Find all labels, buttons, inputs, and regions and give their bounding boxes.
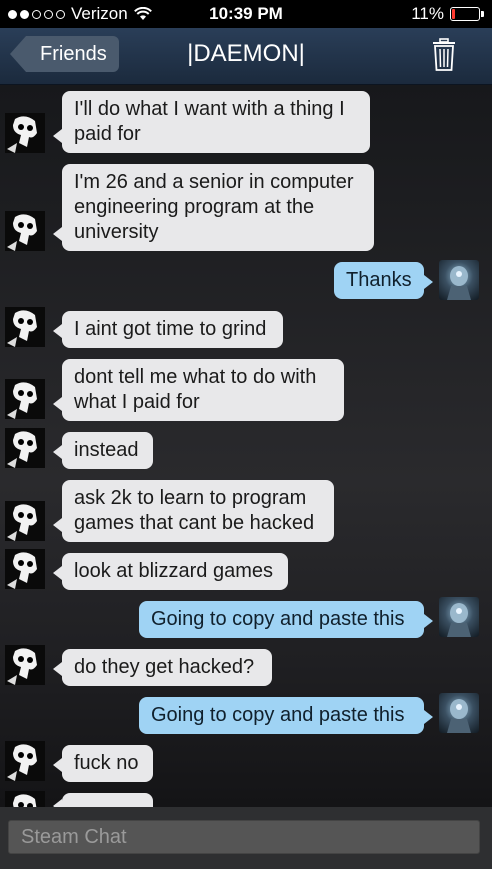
status-right: 11% <box>411 4 484 24</box>
message-bubble-incoming: I aint got time to grind <box>53 311 283 348</box>
message-bubble-incoming: fuck no <box>53 745 153 782</box>
message-bubble-incoming: ask 2k to learn to program games that ca… <box>53 480 334 542</box>
skull-avatar-icon <box>7 552 37 589</box>
battery-icon <box>450 7 484 21</box>
friend-avatar[interactable] <box>5 428 45 468</box>
message-bubble-outgoing: Going to copy and paste this <box>139 601 433 638</box>
battery-tip <box>481 11 484 17</box>
friend-avatar[interactable] <box>5 211 45 251</box>
skull-avatar-icon <box>7 310 37 347</box>
skull-avatar-icon <box>7 744 37 781</box>
chat-messages[interactable]: I'll do what I want with a thing I paid … <box>0 85 492 807</box>
friend-avatar[interactable] <box>5 379 45 419</box>
skull-avatar-icon <box>7 116 37 153</box>
chat-input-bar <box>0 807 492 869</box>
skull-avatar-icon <box>7 214 37 251</box>
my-avatar[interactable] <box>439 260 479 300</box>
chat-title: |DAEMON| <box>187 40 305 67</box>
battery-percent: 11% <box>411 4 444 23</box>
friend-avatar[interactable] <box>5 791 45 807</box>
message-bubble-incoming: instead <box>53 432 153 469</box>
robot-avatar-icon <box>447 699 471 733</box>
message-bubble-incoming: dont tell me what to do with what I paid… <box>53 359 344 421</box>
message-bubble-outgoing: Thanks <box>334 262 433 299</box>
message-bubble-incoming: I'll do what I want with a thing I paid … <box>53 91 370 153</box>
friend-avatar[interactable] <box>5 645 45 685</box>
message-bubble-incoming: I'm 26 and a senior in computer engineer… <box>53 164 374 251</box>
friend-avatar[interactable] <box>5 549 45 589</box>
my-avatar[interactable] <box>439 597 479 637</box>
friend-avatar[interactable] <box>5 741 45 781</box>
status-bar: Verizon 10:39 PM 11% <box>0 0 492 28</box>
skull-avatar-icon <box>13 794 37 807</box>
skull-avatar-icon <box>7 504 37 541</box>
robot-avatar-icon <box>447 266 471 300</box>
trash-icon[interactable] <box>432 38 456 72</box>
message-bubble-outgoing: Going to copy and paste this <box>139 697 433 734</box>
friend-avatar[interactable] <box>5 307 45 347</box>
message-bubble-incoming: do they get hacked? <box>53 649 272 686</box>
chat-input[interactable] <box>8 820 480 854</box>
skull-avatar-icon <box>7 648 37 685</box>
message-bubble-incoming: look at blizzard games <box>53 553 288 590</box>
skull-avatar-icon <box>7 382 37 419</box>
robot-avatar-icon <box>447 603 471 637</box>
friend-avatar[interactable] <box>5 113 45 153</box>
message-bubble-incoming-partial <box>53 793 153 807</box>
friend-avatar[interactable] <box>5 501 45 541</box>
my-avatar[interactable] <box>439 693 479 733</box>
skull-avatar-icon <box>7 431 37 468</box>
nav-bar: Friends |DAEMON| <box>0 28 492 85</box>
battery-level <box>452 9 455 19</box>
